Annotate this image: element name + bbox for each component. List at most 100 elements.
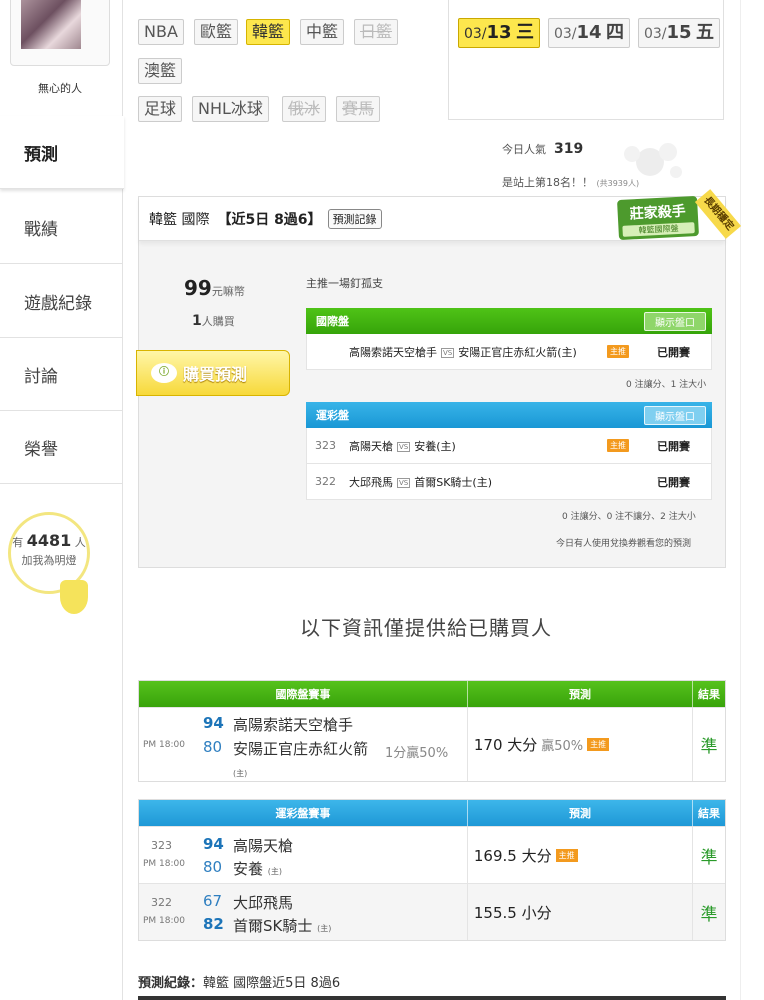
tag-korea-basketball[interactable]: 韓籃: [246, 19, 291, 45]
match-status: 已開賽: [657, 439, 690, 453]
lottery-match-row: 323 高陽天槍 VS 安養(主) 主推 已開賽: [306, 428, 712, 464]
avatar[interactable]: [21, 0, 81, 49]
score-2: 82: [203, 915, 224, 933]
date-md: 03/: [553, 26, 577, 42]
coin-icon: ⓘ: [151, 363, 177, 383]
username[interactable]: 無心的人: [0, 80, 120, 96]
lottery-panel: 運彩盤 顯示盤口 323 高陽天槍 VS 安養(主) 主推 已開賽 322 大邱飛馬 V…: [306, 402, 712, 500]
match-status: 已開賽: [657, 475, 690, 489]
date-day: 15: [666, 22, 692, 43]
lightbulb-icon: [60, 580, 88, 614]
result-cell: 準: [700, 904, 718, 925]
pick-value: 169.5 大分: [473, 846, 552, 865]
buy-prediction-button[interactable]: ⓘ 購買預測: [136, 350, 290, 396]
buyers: 1人購買: [192, 313, 235, 329]
pick-extra: 贏50%: [541, 739, 584, 754]
pick-value: 170 大分: [473, 736, 538, 754]
date-tab-0313[interactable]: 03/13 三: [458, 18, 540, 48]
main-pick-badge: 主推: [607, 345, 629, 358]
intl-show-odds-button[interactable]: 顯示盤口: [644, 311, 706, 331]
team-2: 首爾SK騎士 (主): [233, 915, 331, 936]
match-teams: 大邱飛馬 VS 首爾SK騎士(主): [349, 474, 492, 490]
main-pick-badge: 主推: [555, 848, 578, 862]
table-header: 運彩盤賽事 預測 結果: [139, 800, 725, 826]
nav-item-honor[interactable]: 榮譽: [0, 411, 123, 484]
table-row: 323 PM 18:00 94 高陽天槍 80 安養 (主) 169.5 大分主…: [139, 826, 725, 883]
main-pick-badge: 主推: [587, 738, 610, 751]
team-2-name: 首爾SK騎士: [233, 917, 313, 935]
tag-japan-basketball: 日籃: [354, 19, 399, 45]
intl-results-table: 國際盤賽事 預測 結果 PM 18:00 94 高陽索諾天空槍手 80 安陽正官…: [138, 680, 726, 782]
sidebar: 無心的人 預測 戰績 遊戲紀錄 討論 榮譽 有 4481 人 加我為明燈: [0, 0, 124, 1000]
date-tab-0314[interactable]: 03/14 四: [548, 18, 630, 48]
rank-total: (共3939人): [596, 179, 640, 188]
tag-nba[interactable]: NBA: [138, 19, 184, 45]
vs-icon: VS: [441, 347, 455, 358]
away-team: 大邱飛馬: [349, 475, 393, 489]
nav-item-record[interactable]: 戰績: [0, 191, 123, 264]
lottery-results-table: 運彩盤賽事 預測 結果 323 PM 18:00 94 高陽天槍 80 安養 (…: [138, 799, 726, 941]
match-number: 322: [315, 475, 336, 488]
score-2: 80: [203, 738, 223, 756]
pick-cell: 169.5 大分 主推: [468, 827, 694, 883]
page-right-border: [740, 0, 741, 1000]
buyers-unit: 人購買: [201, 315, 235, 328]
stamp-ribbon: 長期穩定: [694, 189, 742, 239]
buy-button-label: 購買預測: [183, 365, 248, 384]
table-row: PM 18:00 94 高陽索諾天空槍手 80 安陽正官庄赤紅火箭 (主) 1分…: [139, 707, 725, 781]
card-league: 韓籃 國際: [149, 211, 210, 228]
fans-suffix: 人: [74, 536, 86, 549]
intl-panel-header: 國際盤 顯示盤口: [306, 308, 712, 334]
tag-australia-basketball[interactable]: 澳籃: [138, 58, 183, 84]
nav-item-predict[interactable]: 預測: [0, 116, 124, 189]
intl-panel: 國際盤 顯示盤口 高陽索諾天空槍手 VS 安陽正官庄赤紅火箭(主) 主推 已開賽: [306, 308, 712, 370]
nav-item-game-log[interactable]: 遊戲紀錄: [0, 265, 123, 338]
col-match: 國際盤賽事: [139, 681, 468, 707]
nav-item-discussion[interactable]: 討論: [0, 338, 123, 411]
prediction-hint: 主推一場釘孤支: [306, 277, 383, 290]
match-time: PM 18:00: [143, 916, 185, 926]
match-status: 已開賽: [657, 345, 690, 359]
lottery-match-row: 322 大邱飛馬 VS 首爾SK騎士(主) 已開賽: [306, 464, 712, 500]
intl-match-row: 高陽索諾天空槍手 VS 安陽正官庄赤紅火箭(主) 主推 已開賽: [306, 334, 712, 370]
buyers-count: 1: [192, 313, 202, 329]
team-2: 安養 (主): [233, 858, 282, 879]
price-unit: 元嘛幣: [211, 285, 245, 298]
fans-count: 4481: [26, 531, 72, 550]
date-day: 14: [576, 22, 602, 43]
record-text: 韓籃 國際盤近5日 8過6: [203, 976, 341, 991]
tag-horse-racing: 賽馬: [336, 96, 381, 122]
date-weekday: 三: [516, 22, 535, 43]
divider: [138, 996, 726, 1000]
match-teams: 高陽索諾天空槍手 VS 安陽正官庄赤紅火箭(主): [349, 344, 577, 360]
lottery-show-odds-button[interactable]: 顯示盤口: [644, 405, 706, 425]
lottery-panel-title: 運彩盤: [316, 409, 349, 422]
home-mark-text: (主): [233, 769, 248, 778]
date-tab-0315[interactable]: 03/15 五: [638, 18, 720, 48]
table-header: 國際盤賽事 預測 結果: [139, 681, 725, 707]
away-team: 高陽天槍: [349, 439, 393, 453]
tag-nhl[interactable]: NHL冰球: [192, 96, 269, 122]
tag-china-basketball[interactable]: 中籃: [300, 19, 345, 45]
price: 99元嘛幣: [184, 276, 245, 300]
rank-text: 是站上第18名！！: [502, 176, 593, 189]
match-time: PM 18:00: [143, 859, 185, 869]
home-mark: (主): [267, 867, 283, 876]
avatar-frame[interactable]: [10, 0, 110, 66]
fans-caption: 加我為明燈: [21, 554, 77, 567]
pick-cell: 155.5 小分: [468, 884, 694, 940]
popularity-today: 今日人氣 319: [502, 141, 583, 157]
date-weekday: 四: [606, 22, 625, 43]
popularity-value: 319: [554, 141, 584, 157]
team-2: 安陽正官庄赤紅火箭: [233, 740, 369, 758]
pick-cell: 170 大分 贏50% 主推: [468, 708, 694, 781]
intl-summary: 0 注讓分、1 注大小: [626, 380, 707, 390]
tag-football[interactable]: 足球: [138, 96, 183, 122]
card-record: 【近5日 8過6】: [217, 211, 322, 228]
popularity-rank: 是站上第18名！！ (共3939人): [502, 174, 639, 190]
section-title: 以下資訊僅提供給已購買人: [300, 616, 552, 640]
tag-euro-basketball[interactable]: 歐籃: [194, 19, 239, 45]
prediction-record-button[interactable]: 預測記錄: [327, 208, 382, 229]
price-value: 99: [184, 276, 212, 300]
match-teams: 高陽天槍 VS 安養(主): [349, 438, 456, 454]
